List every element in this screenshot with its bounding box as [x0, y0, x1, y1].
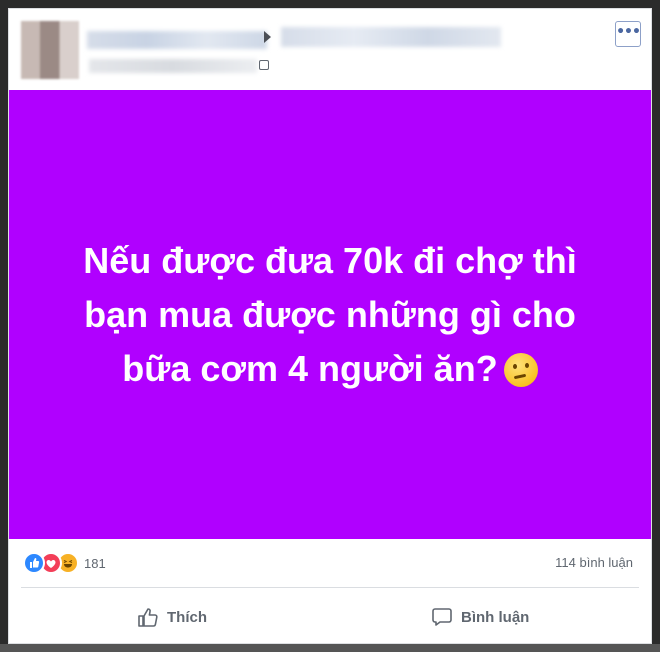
divider [21, 587, 639, 588]
comment-label: Bình luận [461, 608, 530, 626]
comment-button[interactable]: Bình luận [431, 603, 529, 631]
author-name-blurred[interactable] [87, 31, 267, 49]
reaction-count[interactable]: 181 [84, 556, 106, 571]
avatar[interactable] [21, 21, 79, 79]
more-options-button[interactable]: ••• [615, 21, 641, 47]
privacy-icon [259, 60, 269, 70]
post-timestamp-blurred[interactable] [89, 59, 257, 73]
thumbs-up-icon [138, 608, 158, 627]
arrow-right-icon [264, 31, 271, 43]
facebook-post-card: ••• Nếu được đưa 70k đi chợ thì bạn mua … [8, 8, 652, 644]
group-name-blurred[interactable] [281, 27, 501, 47]
like-label: Thích [167, 608, 207, 626]
comment-count-link[interactable]: 114 bình luận [555, 555, 633, 570]
background-strip [0, 644, 660, 652]
post-text: Nếu được đưa 70k đi chợ thì bạn mua được… [50, 234, 610, 396]
like-button[interactable]: Thích [137, 603, 207, 631]
like-reaction-icon [23, 552, 45, 574]
post-line-3: bữa cơm 4 người ăn? [122, 347, 498, 389]
post-background: Nếu được đưa 70k đi chợ thì bạn mua được… [9, 90, 651, 539]
post-line-1: Nếu được đưa 70k đi chợ thì [83, 239, 577, 281]
thinking-face-icon [503, 352, 538, 387]
post-line-2: bạn mua được những gì cho [84, 293, 576, 335]
screenshot-frame: ••• Nếu được đưa 70k đi chợ thì bạn mua … [0, 0, 660, 652]
comment-bubble-icon [432, 608, 452, 626]
reaction-summary[interactable]: 181 [23, 552, 106, 574]
